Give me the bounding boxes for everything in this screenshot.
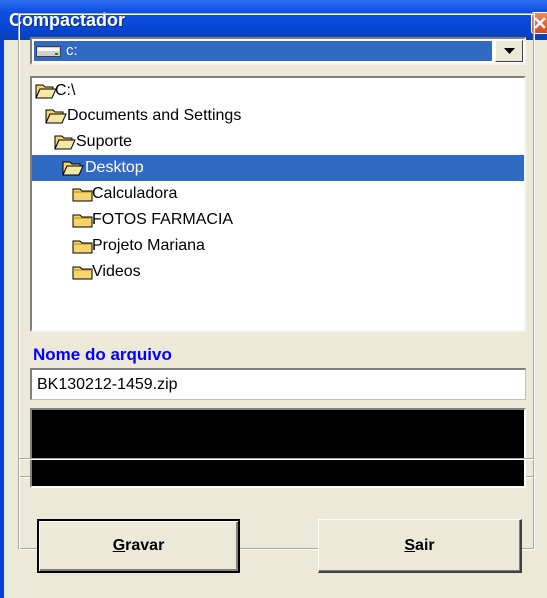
directory-item-calculadora[interactable]: Calculadora xyxy=(32,181,524,207)
directory-item-desktop[interactable]: Desktop xyxy=(32,155,524,181)
folder-icon xyxy=(72,214,93,228)
directory-item-fotos-farmacia[interactable]: FOTOS FARMACIA xyxy=(32,207,524,233)
file-name-input[interactable] xyxy=(30,368,526,400)
open-folder-icon xyxy=(54,135,76,150)
directory-item-suporte[interactable]: Suporte xyxy=(32,129,524,155)
drive-selected-value: c: xyxy=(34,41,492,61)
app-window: Compactador c: C:\ Documents and Setting… xyxy=(0,0,547,598)
exit-button[interactable]: Sair xyxy=(318,519,522,573)
open-folder-icon xyxy=(45,109,67,124)
save-button[interactable]: Gravar xyxy=(37,519,240,573)
folder-icon xyxy=(72,188,93,202)
close-icon xyxy=(534,17,546,29)
open-folder-icon xyxy=(62,161,84,176)
chevron-down-icon xyxy=(504,48,515,54)
open-folder-icon xyxy=(35,84,57,99)
exit-button-hotkey: S xyxy=(404,536,416,554)
exit-button-label: air xyxy=(415,536,435,554)
drive-dropdown-button[interactable] xyxy=(495,40,523,62)
drive-label: c: xyxy=(66,42,78,59)
drive-select[interactable]: c: xyxy=(30,37,526,65)
directory-item-projeto-mariana[interactable]: Projeto Mariana xyxy=(32,233,524,259)
drive-icon xyxy=(36,46,61,57)
save-button-hotkey: G xyxy=(112,537,126,554)
save-button-label: ravar xyxy=(125,537,165,554)
directory-item-root[interactable]: C:\ xyxy=(32,78,524,104)
directory-list[interactable]: C:\ Documents and Settings Suporte Deskt… xyxy=(30,76,526,332)
directory-item-videos[interactable]: Videos xyxy=(32,259,524,285)
file-name-label: Nome do arquivo xyxy=(33,345,172,364)
directory-item-documents-and-settings[interactable]: Documents and Settings xyxy=(32,103,524,129)
folder-icon xyxy=(72,266,93,280)
folder-icon xyxy=(72,240,93,254)
